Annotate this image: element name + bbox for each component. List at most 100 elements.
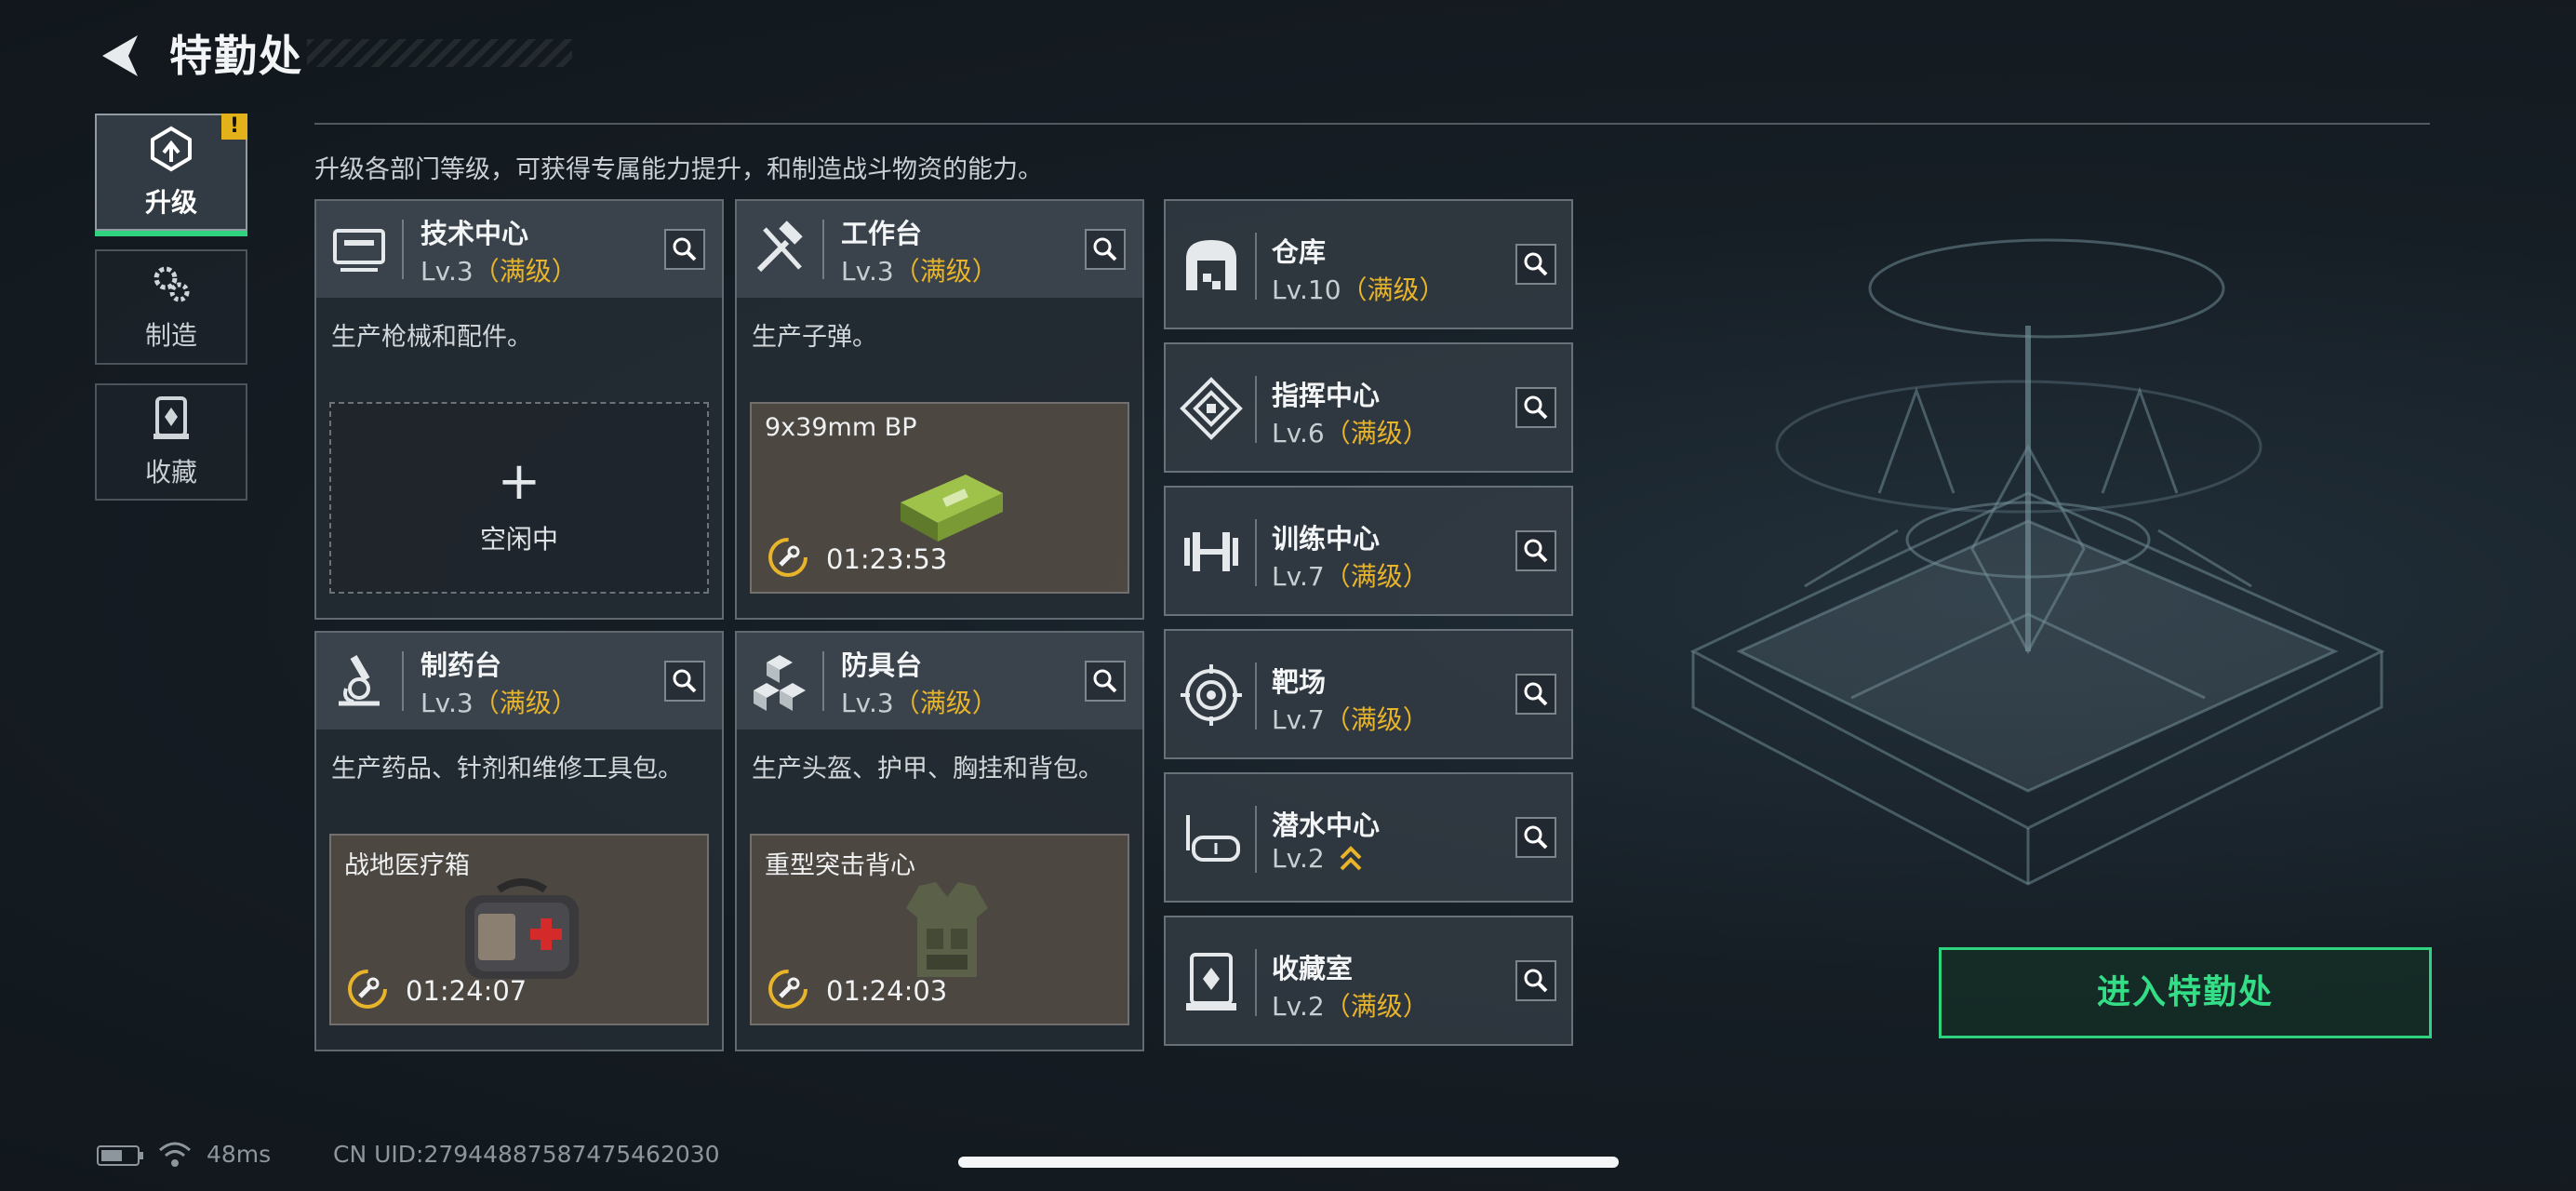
side-nav-collection[interactable]: 收藏 [95,383,247,501]
workstation-name: 制药台 [420,649,502,681]
search-icon [1524,539,1548,563]
workstation-name: 工作台 [841,218,923,249]
wrench-timer-icon [348,970,387,1009]
header-separator [822,651,824,711]
crafted-item-name: 战地医疗箱 [344,851,470,880]
craft-timer: 01:23:53 [826,543,948,575]
inspect-button[interactable] [1515,244,1556,285]
collection-room-icon [1186,953,1236,1010]
home-indicator[interactable] [958,1157,1619,1168]
workstation-description: 生产子弹。 [752,323,877,352]
search-icon [1093,237,1117,261]
hammer-wrench-icon [756,221,803,273]
search-icon [1524,682,1548,706]
facility-diving-center[interactable]: 潜水中心 Lv.2 [1164,772,1573,903]
facility-command-center[interactable]: 指挥中心 Lv.6（满级） [1164,342,1573,473]
upgrade-icon [151,126,192,172]
page-description: 升级各部门等级，可获得专属能力提升，和制造战斗物资的能力。 [314,155,1043,184]
facility-level: Lv.7（满级） [1272,561,1429,592]
workstation-description: 生产枪械和配件。 [331,323,532,352]
facility-level: Lv.10（满级） [1272,274,1446,305]
workstation-card-armor-bench: 防具台 Lv.3（满级） 生产头盔、护甲、胸挂和背包。 重型突击背心 01:24… [735,631,1144,1051]
card-header: 工作台 Lv.3（满级） [737,201,1142,298]
inspect-button[interactable] [664,229,705,270]
facility-collection-room[interactable]: 收藏室 Lv.2（满级） [1164,916,1573,1046]
upgrade-available-icon [1340,846,1362,871]
wrench-timer-icon [768,538,808,577]
inspect-button[interactable] [1515,530,1556,571]
facility-separator [1255,519,1257,586]
slot-status: 空闲中 [479,524,558,555]
vest-icon [906,882,988,977]
craft-slot-active[interactable]: 9x39mm BP 01:23:53 [750,402,1129,594]
armor-boxes-icon [754,655,806,711]
active-indicator [95,231,247,236]
search-icon [673,669,697,693]
workstation-card-workbench: 工作台 Lv.3（满级） 生产子弹。 9x39mm BP 01:23:53 [735,199,1144,620]
facility-level: Lv.6（满级） [1272,418,1429,448]
facility-separator [1255,233,1257,300]
craft-slot-active[interactable]: 重型突击背心 01:24:03 [750,834,1129,1025]
facility-name: 收藏室 [1272,953,1354,984]
header-divider [314,123,2430,125]
command-center-icon [1180,377,1243,440]
facility-shooting-range[interactable]: 靶场 Lv.7（满级） [1164,629,1573,759]
workstation-card-tech-center: 技术中心 Lv.3（满级） 生产枪械和配件。 + 空闲中 [314,199,724,620]
header-separator [402,220,404,279]
back-arrow-icon [102,35,138,76]
card-header: 技术中心 Lv.3（满级） [316,201,722,298]
craft-slot-active[interactable]: 战地医疗箱 01:24:07 [329,834,709,1025]
facility-level: Lv.7（满级） [1272,704,1429,735]
side-nav-label: 升级 [144,187,197,218]
back-button[interactable] [95,28,151,84]
user-uid: CN UID:27944887587475462030 [333,1141,720,1168]
facility-separator [1255,949,1257,1016]
microscope-icon [339,654,380,706]
workstation-level: Lv.3（满级） [420,256,578,287]
facility-name: 靶场 [1272,666,1327,698]
facility-name: 仓库 [1272,236,1327,268]
inspect-button[interactable] [1085,661,1126,702]
card-header: 防具台 Lv.3（满级） [737,633,1142,729]
header-separator [822,220,824,279]
workstation-description: 生产头盔、护甲、胸挂和背包。 [752,755,1103,783]
inspect-button[interactable] [664,661,705,702]
facility-level: Lv.2 [1272,843,1363,874]
search-icon [1524,252,1548,276]
search-icon [1524,395,1548,420]
inspect-button[interactable] [1515,817,1556,858]
base-hologram-illustration [1689,238,2385,886]
inspect-button[interactable] [1515,960,1556,1001]
craft-slot-idle[interactable]: + 空闲中 [329,402,709,594]
battery-icon [97,1145,143,1166]
facility-warehouse[interactable]: 仓库 Lv.10（满级） [1164,199,1573,329]
diving-mask-icon [1186,815,1240,862]
enter-special-ops-button[interactable]: 进入特勤处 [1939,947,2432,1038]
facility-name: 训练中心 [1272,523,1381,555]
inspect-button[interactable] [1515,387,1556,428]
wifi-icon [159,1142,191,1167]
facility-name: 潜水中心 [1272,810,1381,841]
side-nav-upgrade[interactable]: 升级 ! [95,114,247,236]
page-title: 特勤处 [169,31,303,81]
facility-level: Lv.2（满级） [1272,991,1429,1022]
side-nav-label: 收藏 [144,457,197,488]
add-icon: + [497,451,541,512]
facility-separator [1255,662,1257,729]
alert-badge: ! [221,114,247,140]
ammo-box-icon [901,475,1003,542]
facility-training-center[interactable]: 训练中心 Lv.7（满级） [1164,486,1573,616]
workstation-description: 生产药品、针剂和维修工具包。 [331,755,683,783]
inspect-button[interactable] [1085,229,1126,270]
tech-center-icon [333,229,385,272]
workstation-level: Lv.3（满级） [420,688,578,718]
workstation-level: Lv.3（满级） [841,256,998,287]
network-ping: 48ms [207,1141,272,1168]
title-decoration [307,39,572,67]
card-header: 制药台 Lv.3（满级） [316,633,722,729]
inspect-button[interactable] [1515,674,1556,715]
workstation-name: 防具台 [841,649,923,681]
side-nav-craft[interactable]: 制造 [95,249,247,365]
gears-icon [153,266,190,302]
workstation-name: 技术中心 [420,218,529,249]
